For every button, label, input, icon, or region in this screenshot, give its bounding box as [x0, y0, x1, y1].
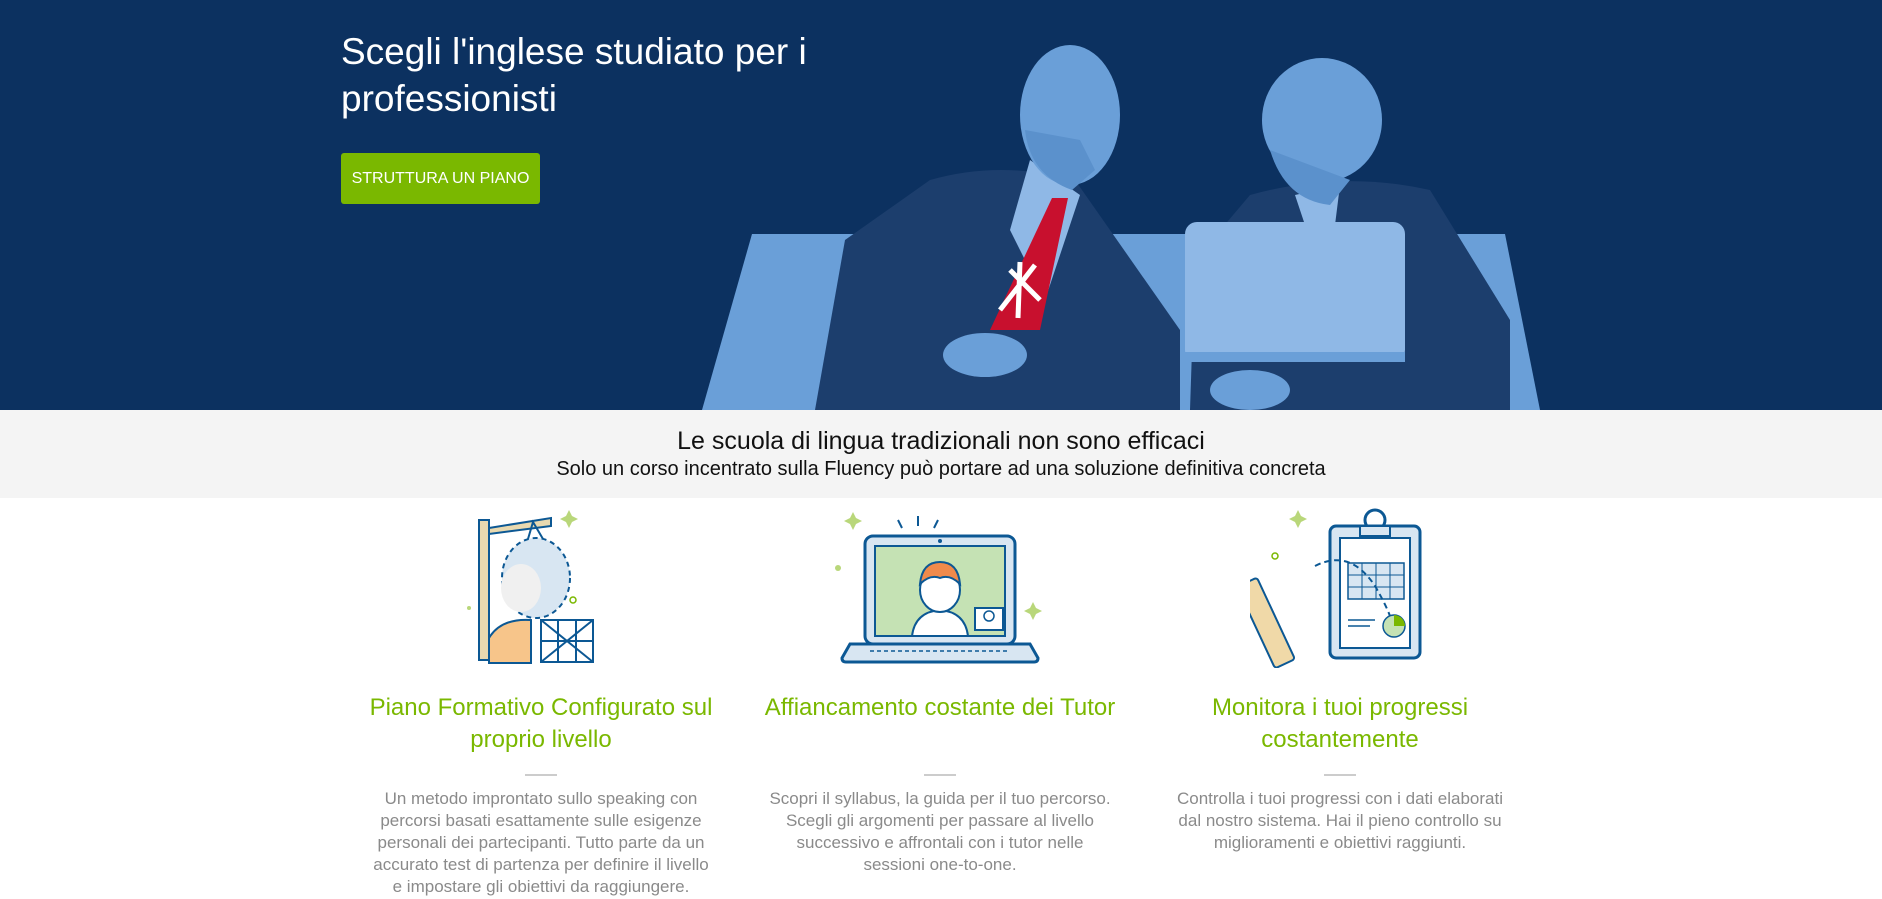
- laptop-base: [1185, 352, 1405, 362]
- feature-title: Piano Formativo Configurato sul proprio …: [369, 694, 713, 753]
- construction-crane-icon: [467, 510, 594, 664]
- hero-title: Scegli l'inglese studiato per i professi…: [341, 31, 807, 119]
- features-section: Piano Formativo Configurato sul proprio …: [0, 498, 1882, 899]
- business-people-illustration: [702, 45, 1540, 410]
- feature-piano-formativo: Piano Formativo Configurato sul proprio …: [351, 498, 731, 898]
- struttura-piano-button[interactable]: STRUTTURA UN PIANO: [341, 153, 540, 204]
- laptop-back: [1185, 222, 1405, 362]
- hero-banner: Scegli l'inglese studiato per i professi…: [0, 0, 1882, 410]
- intro-subtitle: Solo un corso incentrato sulla Fluency p…: [556, 458, 1326, 480]
- feature-monitora-progressi: Monitora i tuoi progressi costantemente …: [1150, 498, 1530, 854]
- feature-text: Un metodo improntato sullo speaking con …: [373, 789, 709, 896]
- feature-text: Controlla i tuoi progressi con i dati el…: [1176, 789, 1503, 852]
- left-man-hand: [943, 333, 1027, 377]
- feature-title: Affiancamento costante dei Tutor: [764, 694, 1116, 721]
- feature-divider: [525, 774, 557, 776]
- intro-title: Le scuola di lingua tradizionali non son…: [677, 427, 1205, 455]
- right-man-hand: [1210, 370, 1290, 410]
- feature-divider: [924, 774, 956, 776]
- intro-band: Le scuola di lingua tradizionali non son…: [0, 410, 1882, 498]
- laptop-video-call-icon: [835, 512, 1042, 664]
- feature-text: Scopri il syllabus, la guida per il tuo …: [769, 789, 1111, 874]
- feature-divider: [1324, 774, 1356, 776]
- clipboard-ruler-icon: [1250, 508, 1422, 668]
- feature-affiancamento-tutor: Affiancamento costante dei Tutor Scopri …: [750, 498, 1130, 876]
- feature-title: Monitora i tuoi progressi costantemente: [1211, 694, 1469, 753]
